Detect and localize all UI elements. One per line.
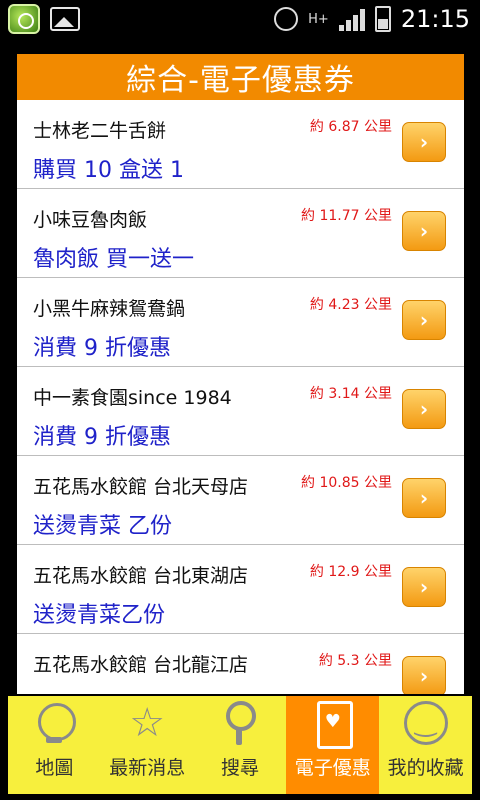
tab-news[interactable]: ☆ 最新消息: [101, 696, 194, 794]
network-type-indicator: H+: [308, 11, 329, 27]
tab-search[interactable]: 搜尋: [194, 696, 287, 794]
search-icon: [218, 701, 262, 745]
store-distance: 約 3.14 公里: [309, 386, 392, 402]
star-icon: ☆: [129, 700, 166, 746]
open-coupon-button[interactable]: ›: [402, 478, 446, 518]
image-notification-icon: [50, 7, 80, 31]
coupon-list-item[interactable]: 五花馬水餃館 台北天母店 送燙青菜 乙份 約 10.85 公里 ›: [17, 456, 464, 545]
alarm-icon: [274, 7, 299, 31]
chevron-right-icon: ›: [419, 130, 429, 154]
store-name: 中一素食園since 1984: [33, 387, 232, 409]
coupon-list-item[interactable]: 五花馬水餃館 台北東湖店 送燙青菜乙份 約 12.9 公里 ›: [17, 545, 464, 634]
signal-strength-icon: [338, 7, 365, 31]
chevron-right-icon: ›: [419, 219, 429, 243]
store-name: 五花馬水餃館 台北龍江店: [33, 654, 249, 676]
store-distance: 約 11.77 公里: [301, 208, 392, 224]
tab-coupons[interactable]: 電子優惠: [286, 696, 380, 794]
coupon-offer: 購買 10 盒送 1: [33, 158, 184, 183]
coupon-list-item[interactable]: 士林老二牛舌餅 購買 10 盒送 1 約 6.87 公里 ›: [17, 100, 464, 189]
chevron-right-icon: ›: [419, 308, 429, 332]
open-coupon-button[interactable]: ›: [402, 567, 446, 607]
tab-label: 搜尋: [220, 757, 259, 779]
coupon-list-item[interactable]: 中一素食園since 1984 消費 9 折優惠 約 3.14 公里 ›: [17, 367, 464, 456]
store-name: 五花馬水餃館 台北東湖店: [33, 565, 249, 587]
title-bar: 綜合-電子優惠券: [17, 54, 464, 100]
coupon-offer: 送燙青菜乙份: [33, 603, 166, 628]
tab-label: 我的收藏: [387, 757, 464, 779]
chevron-right-icon: ›: [419, 486, 429, 510]
chevron-right-icon: ›: [419, 575, 429, 599]
bottom-tab-bar: 地圖 ☆ 最新消息 搜尋 電子優惠 ‿ 我的收藏: [8, 696, 472, 794]
store-distance: 約 4.23 公里: [309, 297, 392, 313]
status-time: 21:15: [400, 5, 470, 33]
coupon-icon: [311, 701, 355, 749]
chevron-right-icon: ›: [419, 397, 429, 421]
coupon-offer: 魯肉飯 買一送一: [33, 247, 194, 272]
coupon-list-item[interactable]: 小味豆魯肉飯 魯肉飯 買一送一 約 11.77 公里 ›: [17, 189, 464, 278]
page-title: 綜合-電子優惠券: [126, 63, 355, 98]
store-name: 士林老二牛舌餅: [33, 120, 167, 142]
tab-favorites[interactable]: ‿ 我的收藏: [379, 696, 472, 794]
globe-icon: [32, 701, 77, 745]
tab-map[interactable]: 地圖: [8, 696, 101, 794]
store-distance: 約 5.3 公里: [318, 653, 392, 669]
store-distance: 約 6.87 公里: [309, 119, 392, 135]
status-bar: H+ 21:15: [0, 0, 480, 38]
open-coupon-button[interactable]: ›: [402, 300, 446, 340]
open-coupon-button[interactable]: ›: [402, 389, 446, 429]
tab-label: 最新消息: [109, 757, 186, 779]
smiley-icon: ‿: [403, 701, 448, 745]
open-coupon-button[interactable]: ›: [402, 211, 446, 251]
chevron-right-icon: ›: [419, 664, 429, 688]
tab-label: 地圖: [35, 757, 74, 779]
open-coupon-button[interactable]: ›: [402, 656, 446, 694]
battery-icon: [374, 6, 391, 32]
coupon-offer: 送燙青菜 乙份: [33, 514, 172, 539]
coupon-panel: 綜合-電子優惠券 士林老二牛舌餅 購買 10 盒送 1 約 6.87 公里 › …: [17, 54, 464, 694]
open-coupon-button[interactable]: ›: [402, 122, 446, 162]
app-notification-icon: [8, 4, 40, 34]
store-name: 五花馬水餃館 台北天母店: [33, 476, 249, 498]
store-name: 小味豆魯肉飯: [33, 209, 148, 231]
coupon-offer: 消費 9 折優惠: [33, 336, 171, 361]
coupon-list[interactable]: 士林老二牛舌餅 購買 10 盒送 1 約 6.87 公里 › 小味豆魯肉飯 魯肉…: [17, 100, 464, 694]
store-distance: 約 10.85 公里: [301, 475, 392, 491]
store-name: 小黑牛麻辣鴛鴦鍋: [33, 298, 186, 320]
coupon-offer: 消費 9 折優惠: [33, 425, 171, 450]
store-distance: 約 12.9 公里: [309, 564, 392, 580]
tab-label: 電子優惠: [294, 757, 371, 779]
coupon-list-item[interactable]: 五花馬水餃館 台北龍江店 約 5.3 公里 ›: [17, 634, 464, 694]
coupon-list-item[interactable]: 小黑牛麻辣鴛鴦鍋 消費 9 折優惠 約 4.23 公里 ›: [17, 278, 464, 367]
